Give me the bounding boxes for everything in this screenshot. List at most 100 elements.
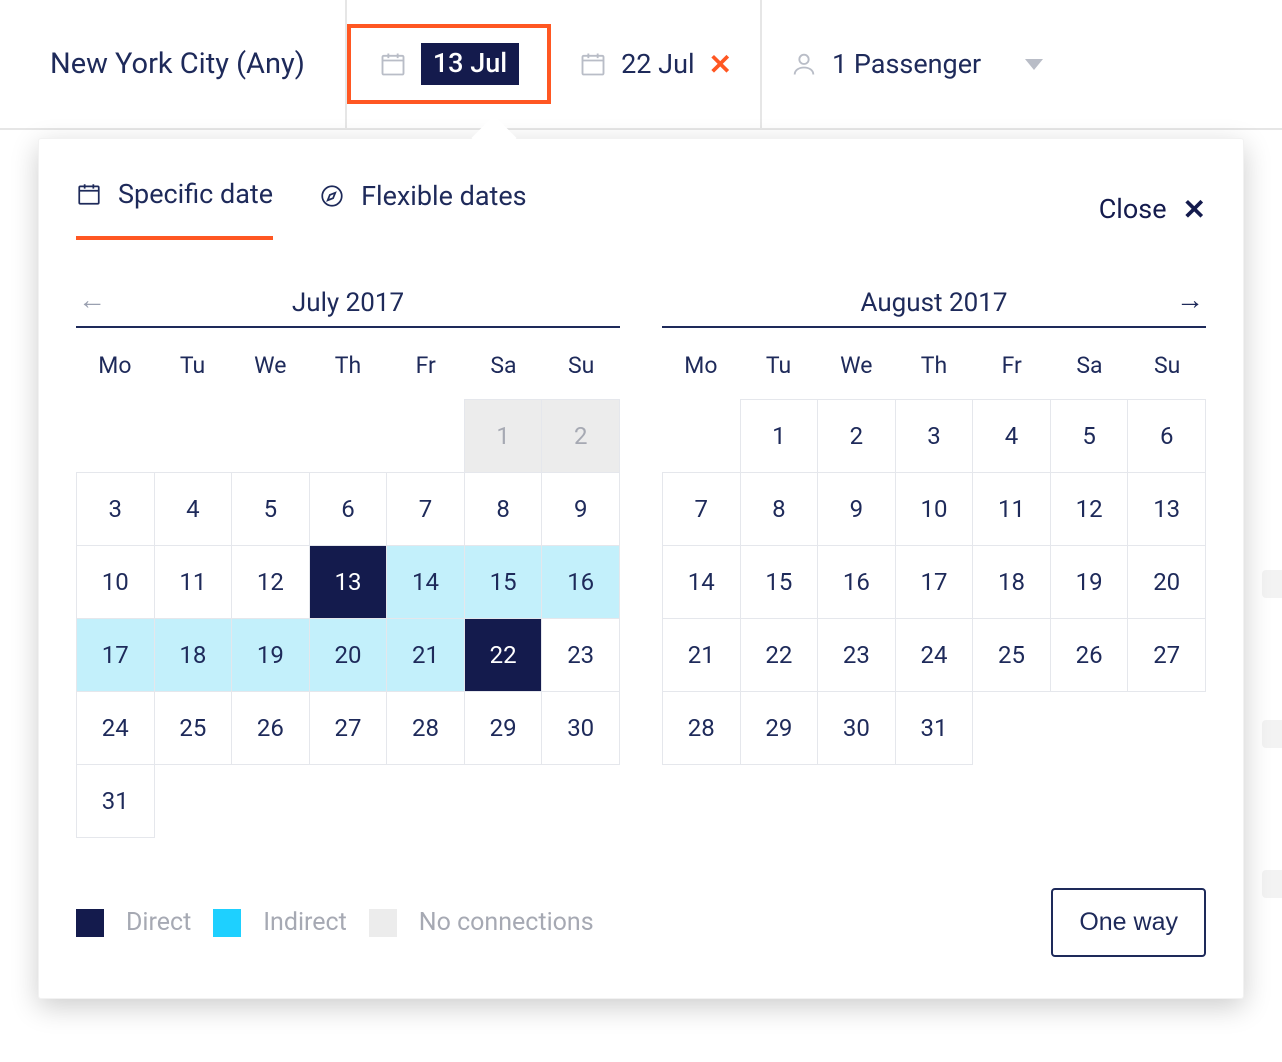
- calendar-day[interactable]: 28: [663, 692, 741, 765]
- calendar-day-empty: [464, 765, 542, 838]
- legend: Direct Indirect No connections: [76, 908, 594, 937]
- prev-month-button[interactable]: ←: [78, 286, 106, 314]
- calendar-day[interactable]: 22: [740, 619, 818, 692]
- calendar-day[interactable]: 19: [1050, 546, 1128, 619]
- weekday-label: Tu: [154, 346, 232, 393]
- weekday-label: Su: [542, 346, 620, 393]
- calendar-day[interactable]: 23: [542, 619, 620, 692]
- calendar-day[interactable]: 11: [154, 546, 232, 619]
- calendar-day[interactable]: 31: [895, 692, 973, 765]
- tab-flexible-dates[interactable]: Flexible dates: [319, 180, 527, 238]
- calendar-day[interactable]: 3: [895, 400, 973, 473]
- weekday-label: Th: [895, 346, 973, 393]
- calendar-day-empty: [387, 400, 465, 473]
- location-label: New York City (Any): [50, 47, 305, 81]
- weekday-label: We: [231, 346, 309, 393]
- calendar-day[interactable]: 20: [1128, 546, 1206, 619]
- calendar-day[interactable]: 9: [818, 473, 896, 546]
- legend-swatch-direct: [76, 909, 104, 937]
- calendar-day[interactable]: 11: [973, 473, 1051, 546]
- close-button[interactable]: Close ✕: [1099, 193, 1206, 226]
- calendar-day[interactable]: 19: [232, 619, 310, 692]
- calendar-day[interactable]: 13: [1128, 473, 1206, 546]
- calendar-day[interactable]: 3: [77, 473, 155, 546]
- month-header: August 2017→: [662, 280, 1206, 328]
- weekday-label: Th: [309, 346, 387, 393]
- calendar-day[interactable]: 29: [740, 692, 818, 765]
- calendar-day[interactable]: 4: [973, 400, 1051, 473]
- calendar-month: ←July 2017MoTuWeThFrSaSu1234567891011121…: [76, 280, 620, 838]
- calendar-day[interactable]: 29: [464, 692, 542, 765]
- location-field[interactable]: New York City (Any): [0, 0, 347, 128]
- calendar-day[interactable]: 17: [895, 546, 973, 619]
- return-date-field[interactable]: 22 Jul ✕: [551, 0, 762, 128]
- calendar-day[interactable]: 31: [77, 765, 155, 838]
- calendar-day[interactable]: 12: [1050, 473, 1128, 546]
- calendar-icon: [579, 50, 607, 78]
- calendar-day[interactable]: 24: [895, 619, 973, 692]
- weekday-label: Mo: [76, 346, 154, 393]
- weekday-label: Fr: [387, 346, 465, 393]
- calendar-day[interactable]: 15: [740, 546, 818, 619]
- person-icon: [790, 49, 818, 79]
- calendar-day[interactable]: 6: [309, 473, 387, 546]
- calendar-day[interactable]: 16: [542, 546, 620, 619]
- one-way-button[interactable]: One way: [1051, 888, 1206, 957]
- calendar-day[interactable]: 16: [818, 546, 896, 619]
- calendar-day[interactable]: 10: [77, 546, 155, 619]
- tab-specific-date[interactable]: Specific date: [76, 178, 273, 240]
- calendar-day[interactable]: 15: [464, 546, 542, 619]
- calendar-day[interactable]: 25: [973, 619, 1051, 692]
- clear-return-icon[interactable]: ✕: [709, 48, 732, 81]
- calendar-day[interactable]: 26: [1050, 619, 1128, 692]
- calendar-day[interactable]: 18: [154, 619, 232, 692]
- calendar-day[interactable]: 9: [542, 473, 620, 546]
- calendar-icon: [76, 181, 102, 207]
- tab-label: Specific date: [118, 178, 273, 210]
- calendar-day[interactable]: 25: [154, 692, 232, 765]
- calendar-day-empty: [1128, 692, 1206, 765]
- calendar-day[interactable]: 10: [895, 473, 973, 546]
- calendar-day[interactable]: 13: [309, 546, 387, 619]
- depart-date-field[interactable]: 13 Jul: [347, 24, 551, 104]
- calendar-day[interactable]: 18: [973, 546, 1051, 619]
- calendar-day[interactable]: 30: [818, 692, 896, 765]
- calendar-day[interactable]: 30: [542, 692, 620, 765]
- calendar-day[interactable]: 5: [1050, 400, 1128, 473]
- calendar-day[interactable]: 8: [740, 473, 818, 546]
- weekday-label: Sa: [1051, 346, 1129, 393]
- calendar-day[interactable]: 4: [154, 473, 232, 546]
- calendar-day[interactable]: 8: [464, 473, 542, 546]
- calendar-day[interactable]: 26: [232, 692, 310, 765]
- calendar-day-empty: [77, 400, 155, 473]
- calendar-day[interactable]: 7: [387, 473, 465, 546]
- calendar-day[interactable]: 22: [464, 619, 542, 692]
- calendar-day[interactable]: 14: [387, 546, 465, 619]
- calendar-day: 2: [542, 400, 620, 473]
- calendar-day[interactable]: 24: [77, 692, 155, 765]
- calendar-day[interactable]: 14: [663, 546, 741, 619]
- calendar-day[interactable]: 27: [1128, 619, 1206, 692]
- calendar-day[interactable]: 12: [232, 546, 310, 619]
- calendar-day[interactable]: 27: [309, 692, 387, 765]
- legend-swatch-indirect: [213, 909, 241, 937]
- calendar-day[interactable]: 28: [387, 692, 465, 765]
- calendar-day[interactable]: 6: [1128, 400, 1206, 473]
- background-decor: [1262, 870, 1282, 898]
- calendar-day[interactable]: 23: [818, 619, 896, 692]
- passengers-field[interactable]: 1 Passenger: [762, 0, 1103, 128]
- next-month-button[interactable]: →: [1176, 286, 1204, 314]
- calendar-day[interactable]: 1: [740, 400, 818, 473]
- calendar-day-empty: [387, 765, 465, 838]
- weekday-label: We: [817, 346, 895, 393]
- weekday-row: MoTuWeThFrSaSu: [662, 346, 1206, 393]
- calendar-day[interactable]: 5: [232, 473, 310, 546]
- weekday-label: Tu: [740, 346, 818, 393]
- calendar-day[interactable]: 2: [818, 400, 896, 473]
- calendar-day[interactable]: 17: [77, 619, 155, 692]
- calendar-day[interactable]: 21: [387, 619, 465, 692]
- calendar-day[interactable]: 21: [663, 619, 741, 692]
- calendar-day[interactable]: 20: [309, 619, 387, 692]
- calendar-day[interactable]: 7: [663, 473, 741, 546]
- legend-label: Indirect: [263, 908, 347, 937]
